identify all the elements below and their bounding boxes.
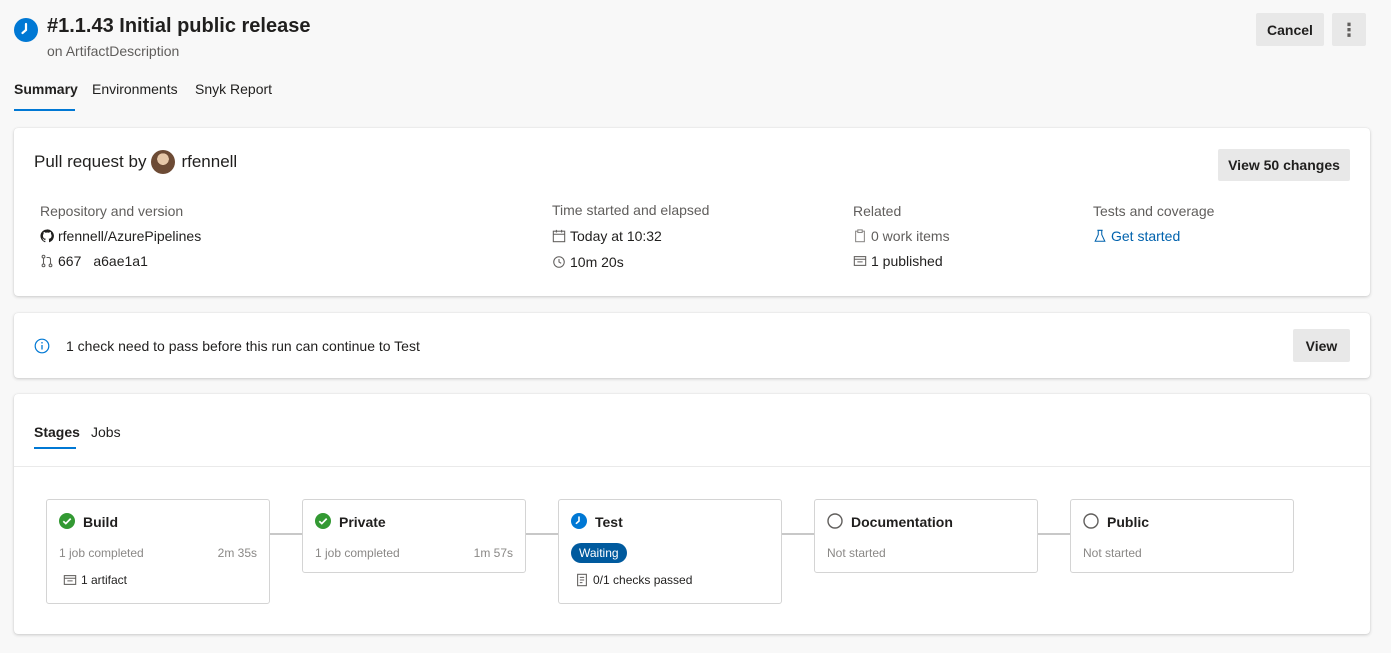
commit-id[interactable]: a6ae1a1 (93, 253, 148, 269)
tab-jobs[interactable]: Jobs (91, 424, 121, 440)
repo-name: rfennell/AzurePipelines (58, 228, 202, 244)
view-changes-button[interactable]: View 50 changes (1218, 149, 1350, 181)
work-items-count: 0 work items (871, 228, 950, 244)
not-started-circle-icon (827, 513, 843, 529)
tests-label: Tests and coverage (1093, 203, 1215, 219)
tab-stages[interactable]: Stages (34, 424, 80, 440)
published-count: 1 published (871, 253, 943, 269)
repo-version-row: 667 a6ae1a1 (40, 253, 148, 269)
stages-tab-indicator (34, 447, 76, 449)
more-actions-button[interactable]: ⋮ (1332, 13, 1366, 46)
stage-checks-link[interactable]: 0/1 checks passed (575, 573, 692, 587)
tab-active-indicator (14, 109, 75, 111)
waiting-clock-icon (571, 513, 587, 529)
stage-name: Documentation (851, 514, 953, 530)
stage-connector (270, 533, 302, 535)
stage-test[interactable]: Test Waiting 0/1 checks passed (558, 499, 782, 604)
tab-environments[interactable]: Environments (92, 81, 178, 97)
time-elapsed: 10m 20s (570, 254, 624, 270)
stage-extra-text: 0/1 checks passed (593, 573, 693, 587)
get-started-text: Get started (1111, 228, 1181, 244)
tab-summary[interactable]: Summary (14, 81, 78, 97)
stage-name: Test (595, 514, 623, 530)
stage-duration: 2m 35s (217, 546, 257, 560)
view-checks-button[interactable]: View (1293, 329, 1350, 362)
avatar (151, 150, 176, 174)
run-status-clock-icon (14, 18, 38, 42)
stage-public[interactable]: Public Not started (1070, 499, 1294, 573)
stage-extra-text: 1 artifact (81, 573, 128, 587)
stage-duration: 1m 57s (473, 546, 513, 560)
stage-subtitle: 1 job completed (315, 546, 400, 560)
check-notice-text: 1 check need to pass before this run can… (66, 338, 420, 354)
time-started-row: Today at 10:32 (552, 228, 662, 244)
success-check-icon (59, 513, 75, 529)
calendar-icon (552, 229, 566, 243)
pr-prefix: Pull request by (34, 152, 147, 171)
stages-divider (14, 466, 1370, 467)
stage-build[interactable]: Build 1 job completed 2m 35s 1 artifact (46, 499, 270, 604)
check-notice-card: 1 check need to pass before this run can… (14, 313, 1370, 378)
repo-label: Repository and version (40, 203, 184, 219)
github-icon (40, 229, 54, 243)
not-started-circle-icon (1083, 513, 1099, 529)
stage-name: Public (1107, 514, 1150, 530)
repo-link[interactable]: rfennell/AzurePipelines (40, 228, 201, 244)
page-title: #1.1.43 Initial public release (47, 15, 311, 37)
more-vertical-icon: ⋮ (1340, 19, 1358, 40)
tab-snyk-report[interactable]: Snyk Report (195, 81, 272, 97)
stage-subtitle: 1 job completed (59, 546, 144, 560)
work-items-row[interactable]: 0 work items (853, 228, 950, 244)
stage-artifact-link[interactable]: 1 artifact (63, 573, 127, 587)
clipboard-icon (855, 229, 865, 243)
related-label: Related (853, 203, 902, 219)
checklist-icon (577, 573, 587, 587)
artifact-icon (63, 575, 77, 585)
stages-card: Stages Jobs Build 1 job completed 2m 35s… (14, 394, 1370, 634)
stage-documentation[interactable]: Documentation Not started (814, 499, 1038, 573)
success-check-icon (315, 513, 331, 529)
stage-subtitle: Not started (1083, 546, 1142, 560)
tests-get-started-link[interactable]: Get started (1093, 228, 1180, 244)
pr-number[interactable]: 667 (58, 253, 81, 269)
cancel-button[interactable]: Cancel (1256, 13, 1324, 46)
stage-connector (782, 533, 814, 535)
status-badge: Waiting (571, 543, 627, 563)
artifact-icon (853, 256, 867, 266)
stage-name: Build (83, 514, 118, 530)
stage-connector (526, 533, 558, 535)
clock-icon (553, 256, 565, 268)
page-subtitle: on ArtifactDescription (47, 43, 180, 59)
time-elapsed-row: 10m 20s (552, 254, 624, 270)
time-started: Today at 10:32 (570, 228, 662, 244)
stage-private[interactable]: Private 1 job completed 1m 57s (302, 499, 526, 573)
stage-name: Private (339, 514, 386, 530)
pull-request-icon (41, 254, 53, 268)
summary-card: Pull request by rfennell View 50 changes… (14, 128, 1370, 296)
published-row[interactable]: 1 published (853, 253, 943, 269)
stage-connector (1038, 533, 1070, 535)
pr-author[interactable]: rfennell (181, 152, 237, 172)
beaker-icon (1094, 229, 1106, 242)
info-icon (34, 338, 50, 354)
pull-request-heading: Pull request by rfennell (34, 150, 237, 174)
time-label: Time started and elapsed (552, 202, 710, 218)
stage-subtitle: Not started (827, 546, 886, 560)
